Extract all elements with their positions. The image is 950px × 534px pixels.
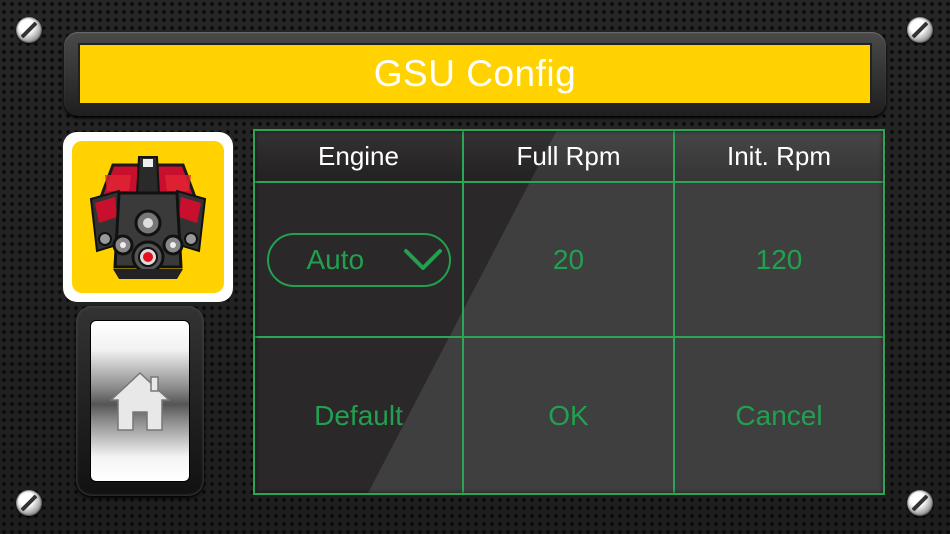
ok-button[interactable]: OK xyxy=(464,338,675,493)
default-button-label: Default xyxy=(314,399,403,431)
header-label: Full Rpm xyxy=(516,140,621,171)
full-rpm-value: 20 xyxy=(552,243,585,275)
config-grid: Engine Full Rpm Init. Rpm Auto 20 120 De… xyxy=(253,129,885,495)
home-button[interactable] xyxy=(90,320,190,482)
title-frame: GSU Config xyxy=(64,32,886,116)
header-engine: Engine xyxy=(255,131,464,183)
header-init-rpm: Init. Rpm xyxy=(675,131,883,183)
cancel-button-label: Cancel xyxy=(735,399,823,431)
engine-select[interactable]: Auto xyxy=(266,232,451,287)
cancel-button[interactable]: Cancel xyxy=(675,338,883,493)
header-full-rpm: Full Rpm xyxy=(464,131,675,183)
screw-icon xyxy=(907,490,933,516)
init-rpm-cell[interactable]: 120 xyxy=(675,183,883,338)
header-label: Engine xyxy=(318,140,399,171)
header-label: Init. Rpm xyxy=(726,140,832,171)
engine-tile xyxy=(63,132,233,302)
chevron-down-icon xyxy=(403,247,443,273)
engine-cell: Auto xyxy=(255,183,464,338)
title-bar: GSU Config xyxy=(78,43,872,105)
screw-icon xyxy=(16,490,42,516)
default-button[interactable]: Default xyxy=(255,338,464,493)
home-icon xyxy=(109,371,171,431)
screw-icon xyxy=(16,17,42,43)
ok-button-label: OK xyxy=(548,399,589,431)
full-rpm-cell[interactable]: 20 xyxy=(464,183,675,338)
home-button-frame xyxy=(76,306,204,496)
engine-block-icon xyxy=(89,156,207,279)
screw-icon xyxy=(907,17,933,43)
engine-select-value: Auto xyxy=(306,243,365,275)
page-title: GSU Config xyxy=(373,53,577,94)
init-rpm-value: 120 xyxy=(755,243,803,275)
